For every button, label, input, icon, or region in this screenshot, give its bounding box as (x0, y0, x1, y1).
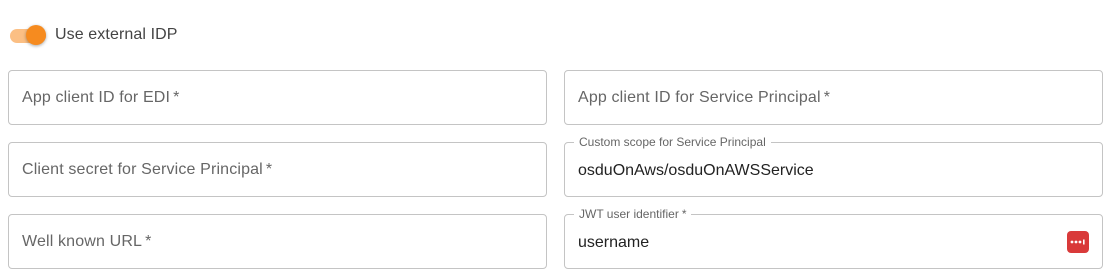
app-client-id-sp-label: App client ID for Service Principal * (578, 89, 831, 106)
required-mark: * (681, 207, 687, 221)
external-idp-label: Use external IDP (55, 26, 178, 43)
jwt-user-identifier-value[interactable]: username (578, 215, 649, 268)
client-secret-sp-field[interactable]: Client secret for Service Principal * (8, 142, 547, 197)
required-mark: * (145, 233, 152, 250)
app-client-id-edi-field[interactable]: App client ID for EDI * (8, 70, 547, 125)
password-manager-icon[interactable] (1067, 231, 1089, 253)
required-mark: * (265, 161, 273, 178)
jwt-user-identifier-field[interactable]: JWT user identifier * username (564, 207, 1103, 269)
custom-scope-sp-value[interactable]: osduOnAws/osduOnAWSService (578, 143, 814, 196)
app-client-id-sp-field[interactable]: App client ID for Service Principal * (564, 70, 1103, 125)
required-mark: * (823, 89, 831, 106)
custom-scope-sp-field[interactable]: Custom scope for Service Principal osduO… (564, 135, 1103, 197)
app-client-id-edi-label: App client ID for EDI * (22, 89, 180, 106)
well-known-url-field[interactable]: Well known URL * (8, 214, 547, 269)
required-mark: * (173, 89, 180, 106)
client-secret-sp-label: Client secret for Service Principal * (22, 161, 273, 178)
dots-icon (1070, 239, 1085, 245)
well-known-url-label: Well known URL * (22, 233, 152, 250)
idp-settings-form: Use external IDP App client ID for EDI * … (0, 0, 1111, 278)
switch-thumb[interactable] (26, 25, 46, 45)
external-idp-toggle-row: Use external IDP (8, 22, 178, 48)
external-idp-switch[interactable] (8, 22, 48, 48)
